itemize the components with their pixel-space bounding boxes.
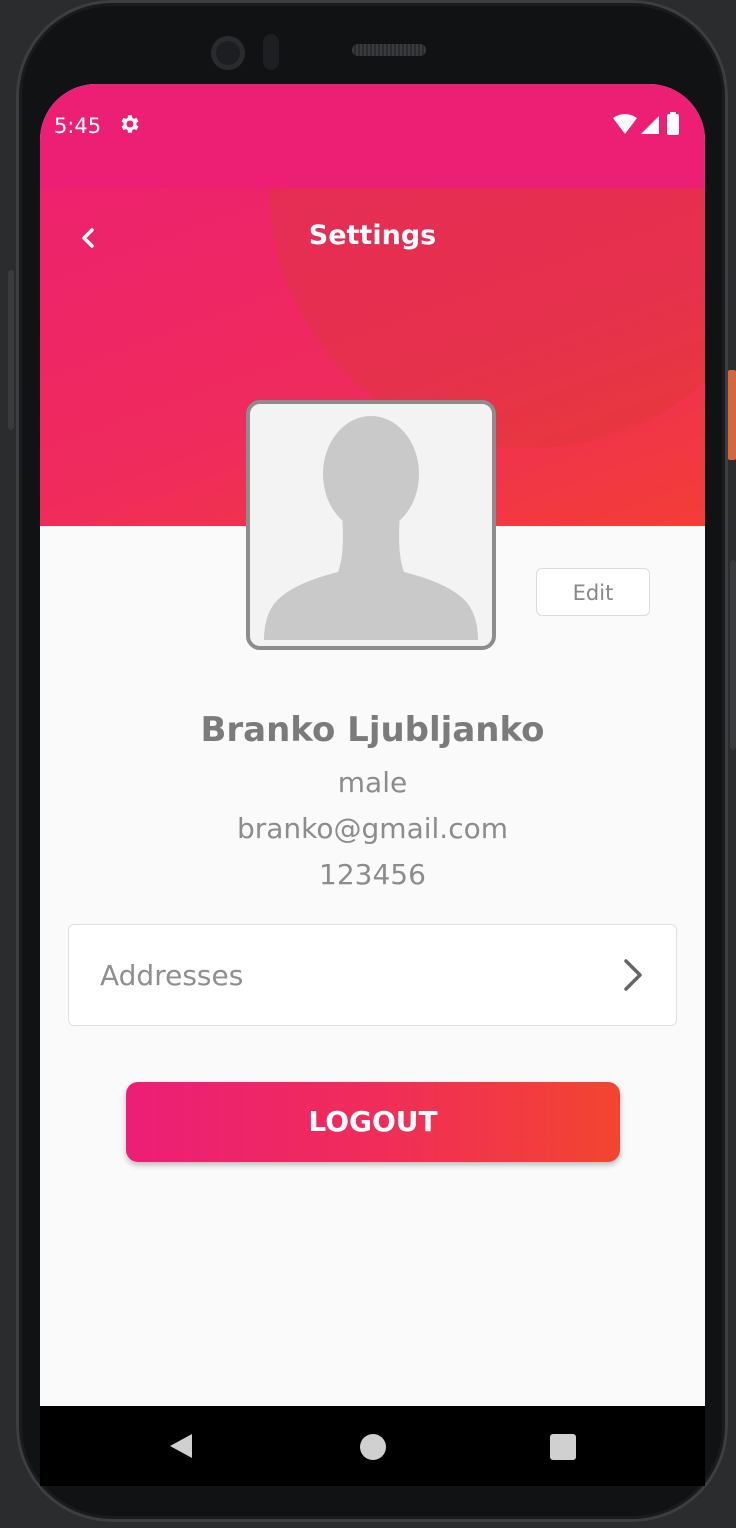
back-triangle-icon[interactable] xyxy=(166,1431,196,1461)
app-screen: 5:45 Settings Edit Branko Ljubljanko mal… xyxy=(40,84,705,1486)
chevron-right-icon xyxy=(624,959,642,991)
addresses-menu-item[interactable]: Addresses xyxy=(68,924,677,1026)
profile-email: branko@gmail.com xyxy=(236,812,508,845)
edit-button[interactable]: Edit xyxy=(536,568,650,616)
logout-button[interactable]: LOGOUT xyxy=(126,1082,620,1162)
front-camera xyxy=(211,36,245,70)
page-title: Settings xyxy=(308,220,437,251)
addresses-label: Addresses xyxy=(100,959,244,992)
status-icons xyxy=(613,112,679,135)
proximity-sensor xyxy=(263,34,279,70)
system-nav-bar xyxy=(40,1406,705,1486)
wifi-icon xyxy=(613,114,637,134)
status-bar: 5:45 xyxy=(40,84,705,188)
battery-icon xyxy=(667,114,679,135)
earpiece-speaker xyxy=(352,44,426,56)
device-volume-button xyxy=(730,560,736,750)
device-power-button xyxy=(728,370,736,460)
profile-phone: 123456 xyxy=(319,858,426,891)
signal-icon xyxy=(641,116,659,134)
recents-square-icon[interactable] xyxy=(550,1434,576,1460)
avatar[interactable] xyxy=(246,400,496,650)
person-silhouette-icon xyxy=(264,416,478,640)
gear-icon xyxy=(121,115,139,133)
status-time: 5:45 xyxy=(54,114,102,138)
profile-name: Branko Ljubljanko xyxy=(200,710,545,750)
device-side-button xyxy=(8,270,14,430)
profile-gender: male xyxy=(337,766,408,799)
home-circle-icon[interactable] xyxy=(360,1434,386,1460)
